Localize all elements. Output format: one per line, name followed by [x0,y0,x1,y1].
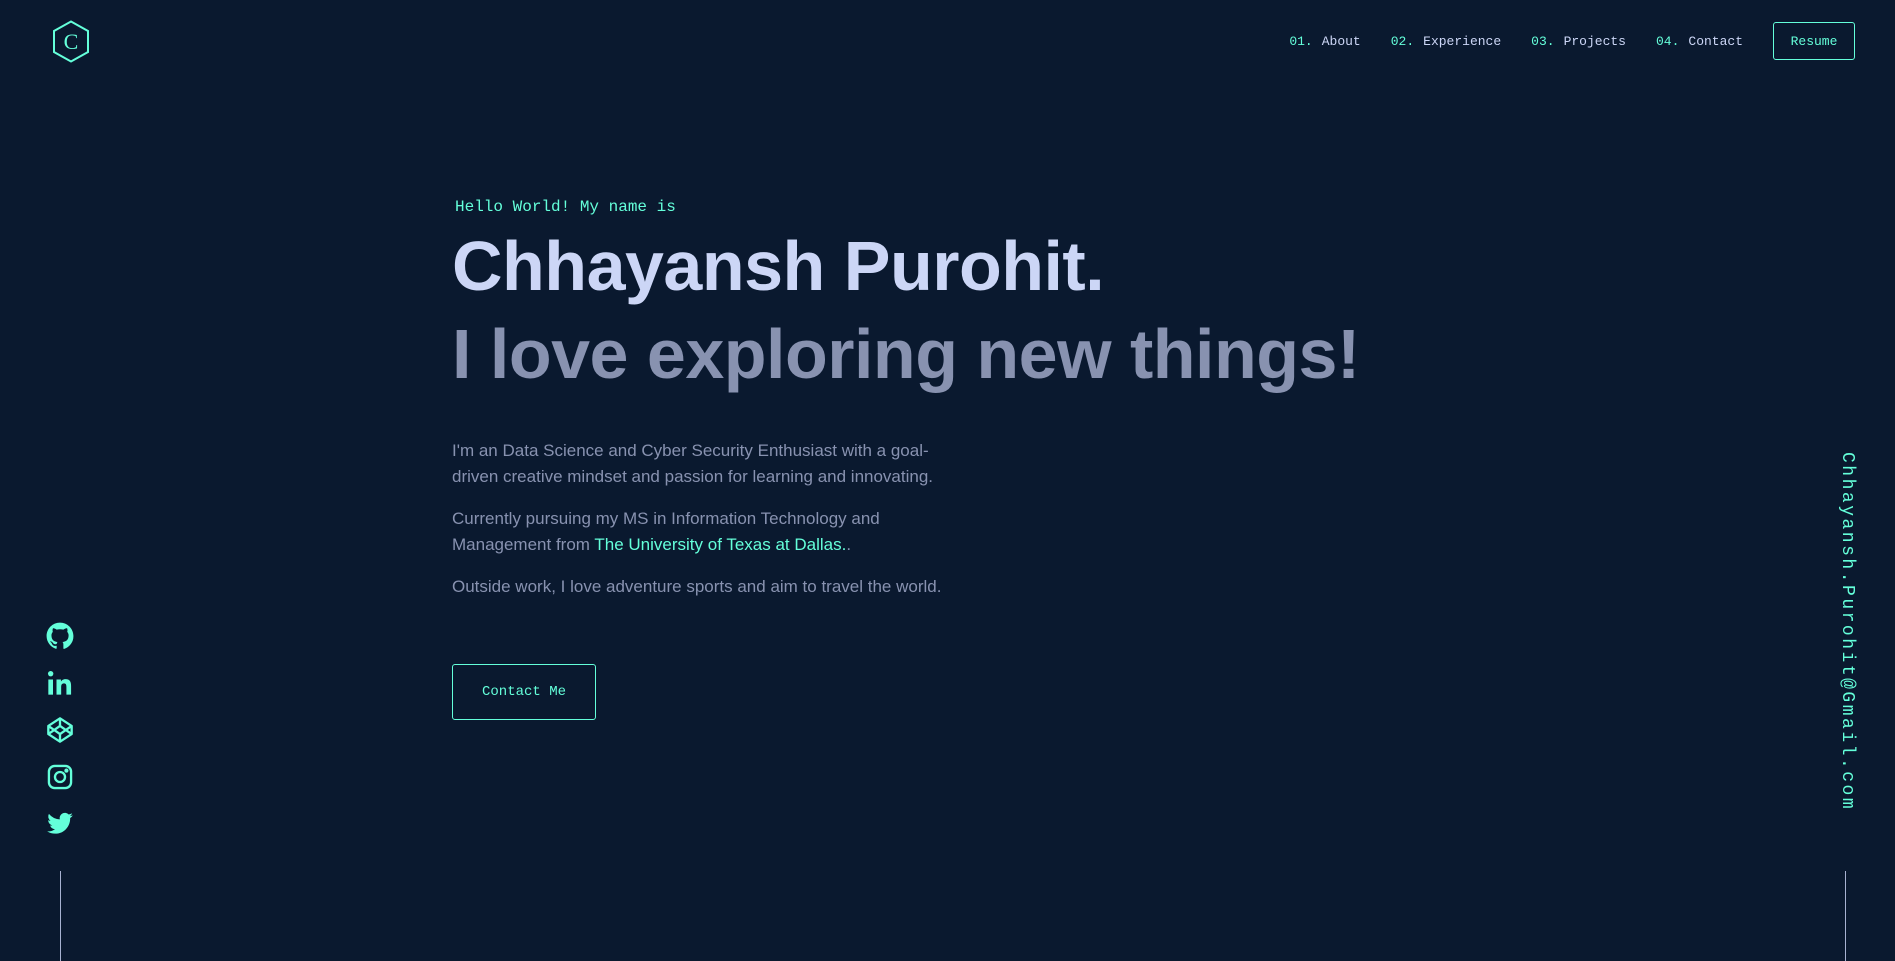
logo-letter: C [63,28,79,54]
hero-section: Hello World! My name is Chhayansh Purohi… [452,192,1360,720]
hero-name: Chhayansh Purohit. [452,227,1105,305]
bio-paragraph: I'm an Data Science and Cyber Security E… [452,441,934,486]
nav-item-about[interactable]: 01. About [1289,34,1360,49]
hero-tagline: I love exploring new things! [452,315,1360,393]
nav-item-projects[interactable]: 03. Projects [1531,34,1626,49]
email-link[interactable]: Chhayansh.Purohit@Gmail.com [1837,452,1857,811]
codepen-icon[interactable] [46,716,74,744]
portfolio-page: C 01. About 02. Experience 03. Projects … [0,0,1895,961]
nav-number: 02. [1390,33,1415,49]
main-nav: 01. About 02. Experience 03. Projects 04… [1289,22,1855,60]
nav-number: 01. [1289,33,1313,49]
nav-label: Experience [1423,33,1502,49]
nav-label: About [1321,33,1361,49]
contact-me-button[interactable]: Contact Me [452,664,596,720]
nav-label: Projects [1563,33,1626,49]
twitter-icon[interactable] [46,810,74,838]
right-vertical-line [1845,871,1846,961]
bio-text: . [846,535,852,554]
nav-item-contact[interactable]: 04. Contact [1656,34,1743,49]
instagram-icon[interactable] [46,763,74,791]
university-link[interactable]: The University of Texas at Dallas. [594,535,846,554]
bio-paragraph: Outside work, I love adventure sports an… [452,577,942,596]
nav-item-experience[interactable]: 02. Experience [1391,34,1501,49]
bio: I'm an Data Science and Cyber Security E… [452,438,962,600]
github-icon[interactable] [46,622,74,650]
nav-number: 03. [1531,33,1555,49]
bio-paragraph: Currently pursuing my MS in Information … [452,506,962,558]
logo[interactable]: C [52,20,90,63]
left-vertical-line [60,871,61,961]
greeting: Hello World! My name is [455,198,676,216]
resume-button[interactable]: Resume [1773,22,1855,60]
nav-number: 04. [1655,33,1680,49]
email-sidebar: Chhayansh.Purohit@Gmail.com [1837,452,1861,842]
social-links [46,622,74,857]
linkedin-icon[interactable] [46,669,74,697]
nav-label: Contact [1688,33,1743,49]
